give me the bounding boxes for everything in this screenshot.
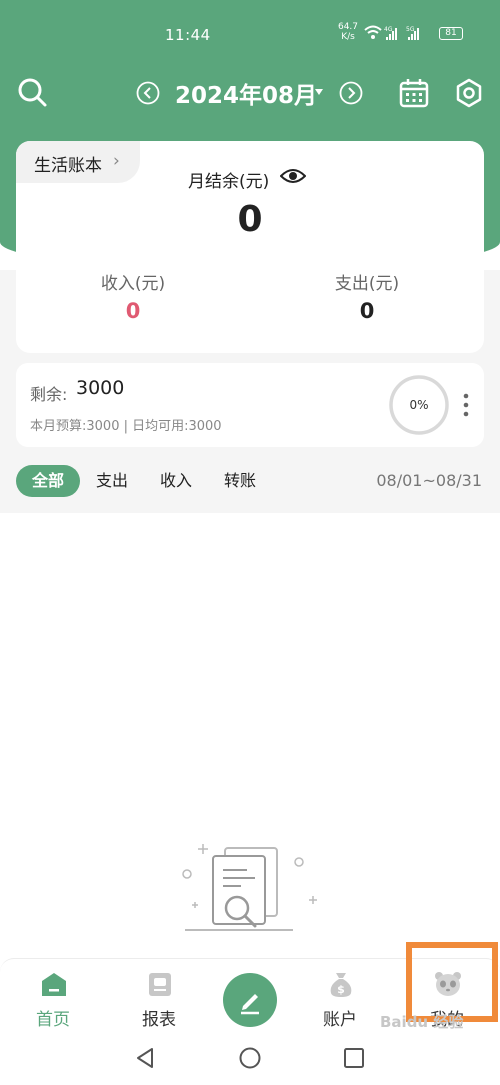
summary-card: 生活账本 › 月结余(元) 0 收入(元) 0 支出(元) 0 [16,141,484,353]
money-bag-icon: $ [330,973,352,997]
svg-text:$: $ [337,983,345,996]
income-value: 0 [125,299,141,323]
add-record-button[interactable] [223,973,277,1027]
calendar-icon[interactable] [398,77,430,109]
date-range[interactable]: 08/01~08/31 [376,465,482,497]
more-vertical-icon[interactable] [462,393,470,417]
filter-tab-expense[interactable]: 支出 [96,465,128,497]
gear-icon[interactable] [453,77,485,109]
account-book-selector[interactable]: 生活账本 › [16,141,140,183]
account-book-label: 生活账本 [34,156,102,176]
chevron-left-icon[interactable] [136,81,160,105]
watermark: Baidu 经验 [380,1013,464,1031]
tab-report-label: 报表 [142,1010,176,1030]
home-icon [42,973,66,996]
search-icon[interactable] [14,74,50,110]
tab-home[interactable]: 首页 [3,959,103,1035]
chevron-right-icon[interactable] [339,81,363,105]
balance-label: 月结余(元) [188,172,270,192]
system-nav-bar [0,1034,500,1085]
back-icon[interactable] [132,1044,160,1072]
remaining-value: 3000 [76,377,125,399]
balance-value: 0 [237,199,263,240]
signal-icons: 4G 5G [364,25,419,40]
battery-icon: 81 [439,27,463,40]
svg-text:5G: 5G [406,26,415,33]
tab-account[interactable]: $ 账户 [290,959,390,1035]
remaining-label: 剩余: [30,385,68,404]
svg-text:4G: 4G [384,26,393,33]
status-time: 11:44 [165,26,211,44]
tab-account-label: 账户 [323,1010,357,1030]
eye-icon[interactable] [280,166,306,186]
income-label: 收入(元) [100,274,166,294]
expense-value: 0 [359,299,375,323]
recents-icon[interactable] [340,1044,368,1072]
tab-report[interactable]: 报表 [109,959,209,1035]
highlight-box [406,942,498,1022]
empty-list-icon [182,844,317,931]
report-icon [149,973,171,996]
expense-label: 支出(元) [334,274,400,294]
filter-tab-transfer[interactable]: 转账 [224,465,256,497]
budget-card[interactable]: 剩余: 3000 本月预算:3000 | 日均可用:3000 0% [16,363,484,447]
filter-tab-all[interactable]: 全部 [16,465,80,497]
caret-down-icon[interactable] [315,89,323,95]
filter-tab-income[interactable]: 收入 [160,465,192,497]
chevron-right-icon: › [113,151,120,171]
budget-detail: 本月预算:3000 | 日均可用:3000 [30,419,222,434]
home-button-icon[interactable] [236,1044,264,1072]
month-selector[interactable]: 2024年08月 [175,76,317,110]
top-bar: 2024年08月 [0,62,500,122]
status-bar: 11:44 64.7 K/s 4G 5G 81 [0,0,500,62]
tab-home-label: 首页 [36,1010,70,1030]
filter-bar: 全部 支出 收入 转账 08/01~08/31 [0,462,500,502]
pen-icon [241,994,259,1015]
budget-progress-text: 0% [409,398,429,412]
net-speed: 64.7 K/s [337,22,359,42]
